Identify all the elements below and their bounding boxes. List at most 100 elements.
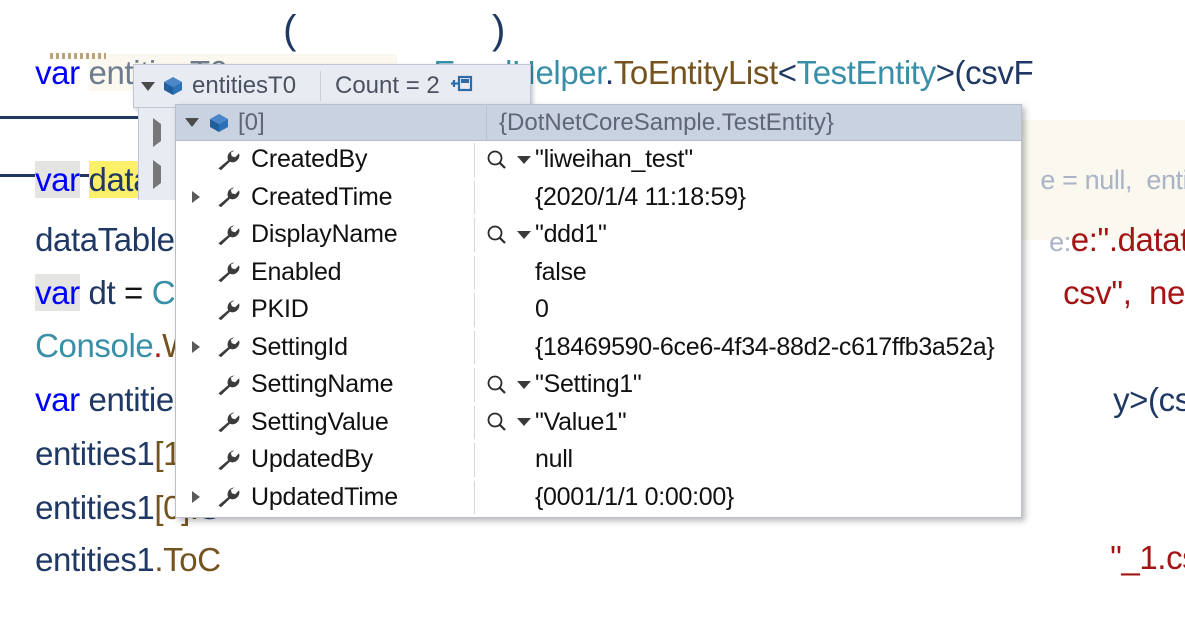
punct-gt-paren: >( [936, 54, 965, 91]
pin-icon[interactable] [450, 74, 474, 99]
table-row[interactable]: PKID 0 [176, 291, 1021, 329]
row-value-cell[interactable]: "Setting1" [475, 366, 1021, 404]
outer-gutter-expander-1[interactable] [153, 166, 161, 184]
property-name: PKID [251, 295, 309, 324]
search-icon[interactable] [485, 224, 513, 246]
row-value-cell[interactable]: false [475, 254, 1021, 292]
table-row[interactable]: UpdatedTime {0001/1/1 0:00:00} [176, 479, 1021, 517]
search-icon[interactable] [485, 374, 513, 396]
row-value-cell[interactable]: null [475, 441, 1021, 479]
wrench-icon [216, 261, 242, 283]
property-value: "ddd1" [535, 220, 607, 249]
row-value-cell[interactable]: {0001/1/1 0:00:00} [475, 479, 1021, 517]
row-expander[interactable] [176, 179, 216, 217]
code-fragment-csvfile: y>(csvFile [1078, 340, 1185, 460]
row-name-cell: PKID [216, 291, 474, 329]
wrench-icon [216, 224, 242, 246]
cube-icon-2 [208, 112, 230, 134]
property-value: "Setting1" [535, 370, 642, 399]
method-ToC: .ToC [154, 541, 220, 578]
squiggle-underline [50, 53, 106, 59]
table-row[interactable]: CreatedTime {2020/1/4 11:18:59} [176, 179, 1021, 217]
property-value: "Value1" [535, 408, 626, 437]
row-expander[interactable] [176, 479, 216, 517]
property-name: UpdatedTime [251, 483, 398, 512]
property-name: SettingId [251, 333, 348, 362]
row-name-cell: SettingId [216, 329, 474, 367]
code-fragment-csv: csv", newV [1028, 233, 1185, 353]
property-name: SettingName [251, 370, 393, 399]
table-row[interactable]: CreatedBy "liweihan_test" [176, 141, 1021, 179]
chevron-down-icon-visualizer[interactable] [513, 231, 535, 239]
property-name: CreatedTime [251, 183, 392, 212]
row-name-cell: UpdatedTime [216, 479, 474, 517]
chevron-down-icon-visualizer[interactable] [513, 156, 535, 164]
row-expander [176, 404, 216, 442]
table-row[interactable]: DisplayName "ddd1" [176, 216, 1021, 254]
row-expander [176, 216, 216, 254]
datatip-inner-divider [486, 106, 487, 140]
keyword-var: var [35, 54, 80, 91]
cube-icon [162, 75, 184, 97]
datatip-inner[interactable]: [0] {DotNetCoreSample.TestEntity} Create… [175, 104, 1022, 518]
datatip-inner-value: {DotNetCoreSample.TestEntity} [499, 109, 834, 137]
row-expander [176, 366, 216, 404]
row-value-cell[interactable]: "Value1" [475, 404, 1021, 442]
property-name: Enabled [251, 258, 341, 287]
wrench-icon [216, 336, 242, 358]
search-icon[interactable] [485, 149, 513, 171]
wrench-icon [216, 449, 242, 471]
table-row[interactable]: UpdatedBy null [176, 441, 1021, 479]
datatip-outer[interactable]: entitiesT0 Count = 2 [133, 64, 531, 108]
row-value-cell[interactable]: "liweihan_test" [475, 141, 1021, 179]
type-TestEntity: TestEntity [797, 54, 936, 91]
identifier-entities1-d: entities1 [35, 541, 154, 578]
row-value-cell[interactable]: {18469590-6ce6-4f34-88d2-c617ffb3a52a} [475, 329, 1021, 367]
row-expander [176, 441, 216, 479]
property-value: 0 [535, 295, 549, 324]
property-value: {2020/1/4 11:18:59} [535, 183, 746, 212]
chevron-down-icon-2 [185, 118, 199, 127]
datatip-inner-header[interactable]: [0] {DotNetCoreSample.TestEntity} [176, 105, 1021, 141]
search-icon[interactable] [485, 411, 513, 433]
row-value-cell[interactable]: "ddd1" [475, 216, 1021, 254]
chevron-down-icon-visualizer[interactable] [513, 381, 535, 389]
table-row[interactable]: SettingValue "Value1" [176, 404, 1021, 442]
code-fragment-1csv: "_1.csv")); [1075, 498, 1185, 618]
property-value: null [535, 445, 573, 474]
wrench-icon [216, 149, 242, 171]
property-name: DisplayName [251, 220, 397, 249]
row-name-cell: UpdatedBy [216, 441, 474, 479]
datatip-property-list[interactable]: CreatedBy "liweihan_test" CreatedTime [176, 141, 1021, 517]
datatip-outer-expander[interactable] [134, 65, 162, 107]
property-value: {18469590-6ce6-4f34-88d2-c617ffb3a52a} [535, 333, 994, 362]
property-value: false [535, 258, 586, 287]
datatip-outer-divider [320, 71, 321, 101]
punct-lt: < [778, 54, 797, 91]
row-name-cell: Enabled [216, 254, 474, 292]
punct-dot: . [605, 54, 614, 91]
wrench-icon [216, 186, 242, 208]
table-row[interactable]: SettingName "Setting1" [176, 366, 1021, 404]
identifier-csvF: csvF [965, 54, 1033, 91]
datatip-inner-expander[interactable] [176, 105, 208, 140]
outer-gutter-expander-0[interactable] [153, 124, 161, 142]
row-expander [176, 254, 216, 292]
row-expander [176, 291, 216, 329]
row-expander[interactable] [176, 329, 216, 367]
table-row[interactable]: Enabled false [176, 254, 1021, 292]
property-name: UpdatedBy [251, 445, 373, 474]
row-value-cell[interactable]: {2020/1/4 11:18:59} [475, 179, 1021, 217]
row-name-cell: CreatedBy [216, 141, 474, 179]
table-row[interactable]: SettingId {18469590-6ce6-4f34-88d2-c617f… [176, 329, 1021, 367]
wrench-icon [216, 486, 242, 508]
row-value-cell[interactable]: 0 [475, 291, 1021, 329]
property-value: {0001/1/1 0:00:00} [535, 483, 734, 512]
wrench-icon [216, 299, 242, 321]
datatip-inner-name: [0] [238, 109, 486, 137]
chevron-down-icon-visualizer[interactable] [513, 418, 535, 426]
code-line-entities1-toc: entities1.ToC [0, 500, 221, 620]
property-name: SettingValue [251, 408, 389, 437]
row-name-cell: SettingName [216, 366, 474, 404]
property-name: CreatedBy [251, 145, 367, 174]
